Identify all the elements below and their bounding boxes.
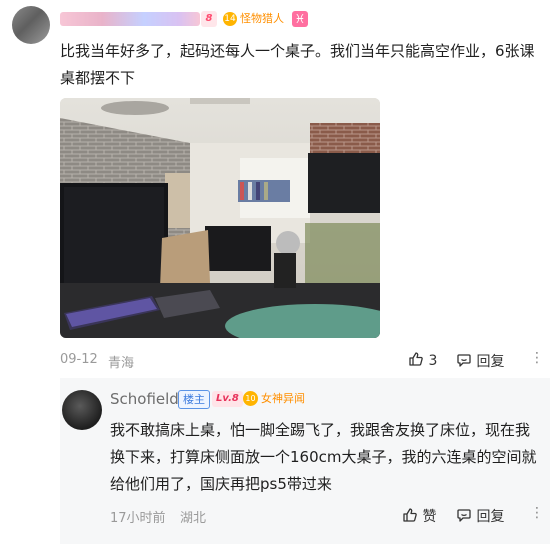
- reply-like-button[interactable]: 赞: [402, 506, 436, 526]
- reply-time: 17小时前: [110, 511, 166, 526]
- reply-like-label: 赞: [422, 509, 437, 525]
- dorm-desk-photo: [60, 98, 380, 338]
- reply-level-badge: Lv.8: [212, 391, 243, 407]
- like-count: 3: [428, 353, 438, 369]
- honor-badge-icon: 14: [223, 12, 237, 26]
- user-avatar[interactable]: [12, 6, 50, 44]
- comment-location: 青海: [108, 356, 135, 371]
- comment-text: 比我当年好多了，起码还每人一个桌子。我们当年只能高空作业，6张课桌都摆不下: [60, 42, 535, 87]
- level-badge: 8: [201, 11, 217, 27]
- reply-honor-icon: 10: [243, 391, 258, 406]
- like-button[interactable]: 3: [408, 351, 437, 369]
- username-blurred[interactable]: [60, 12, 200, 26]
- reply-username[interactable]: Schofield: [110, 390, 179, 408]
- comment-bubble-icon: [456, 509, 476, 525]
- reply-button[interactable]: 回复: [456, 351, 504, 371]
- reply-location: 湖北: [180, 511, 207, 526]
- thumbs-up-icon: [402, 508, 422, 525]
- honor-title: 怪物猎人: [240, 12, 284, 25]
- comment-bubble-icon: [456, 354, 476, 370]
- reply-label: 回复: [476, 354, 505, 370]
- reply-reply-label: 回复: [476, 509, 505, 525]
- op-tag: 楼主: [178, 390, 210, 409]
- more-options-icon[interactable]: ⋮: [530, 350, 544, 366]
- reply-reply-button[interactable]: 回复: [456, 506, 504, 526]
- reply-text: 我不敢搞床上桌，怕一脚全踢飞了，我跟舍友换了床位，现在我换下来，打算床侧面放一个…: [110, 421, 537, 493]
- reply-more-options-icon[interactable]: ⋮: [530, 505, 544, 521]
- pisces-icon: ♓: [292, 11, 308, 27]
- comment-photo[interactable]: [60, 98, 380, 338]
- reply-avatar[interactable]: [62, 390, 102, 430]
- comment-date: 09-12: [60, 352, 98, 367]
- thumbs-up-icon: [408, 352, 428, 369]
- reply-honor-title: 女神异闻: [261, 392, 305, 405]
